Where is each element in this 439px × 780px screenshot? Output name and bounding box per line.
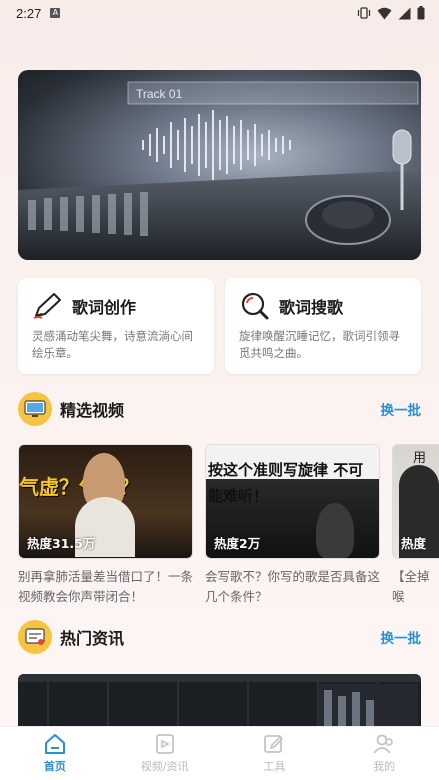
video-icon — [155, 734, 174, 754]
home-icon — [44, 734, 65, 754]
nav-video-news[interactable]: 视频/资讯 — [110, 727, 220, 780]
video-thumbnail: 气虚？气短？ 热度31.5万 — [18, 444, 193, 559]
card-description: 旋律唤醒沉睡记忆，歌词引领寻觅共鸣之曲。 — [239, 329, 400, 360]
daw-screenshot — [18, 674, 421, 734]
wifi-icon — [377, 7, 392, 19]
svg-text:Track 01: Track 01 — [136, 87, 183, 101]
video-thumbnail: 按这个准则写旋律 不可能难听！ 热度2万 — [205, 444, 380, 559]
video-card[interactable]: 用 热度 【全掉喉 — [392, 444, 439, 604]
bottom-nav: 首页 视频/资讯 工具 我的 — [0, 726, 439, 780]
card-header: 歌词创作 — [32, 292, 202, 320]
refresh-videos-button[interactable]: 换一批 — [381, 399, 422, 419]
nav-home[interactable]: 首页 — [0, 727, 110, 780]
card-title: 歌词搜歌 — [279, 298, 344, 317]
thumb-caption: 用 — [413, 451, 427, 466]
news-section-icon — [18, 620, 52, 654]
video-heat: 热度31.5万 — [27, 536, 96, 551]
profile-icon — [373, 734, 393, 754]
signal-icon — [398, 7, 411, 19]
status-icons — [357, 6, 425, 20]
card-title: 歌词创作 — [72, 298, 137, 317]
nav-tools[interactable]: 工具 — [220, 727, 330, 780]
tools-icon — [264, 735, 284, 753]
notification-icon: A — [50, 8, 61, 18]
nav-label: 首页 — [43, 760, 66, 773]
news-thumbnail[interactable] — [18, 674, 421, 734]
vibrate-icon — [357, 7, 371, 19]
search-icon — [241, 292, 269, 320]
refresh-news-button[interactable]: 换一批 — [381, 627, 422, 647]
card-header: 歌词搜歌 — [239, 292, 409, 320]
thumb-caption: 按这个准则写旋律 不可能难听！ — [208, 461, 364, 505]
card-description: 灵感涌动笔尖舞，诗意流淌心间绘乐章。 — [32, 329, 193, 360]
pen-icon — [33, 293, 61, 319]
video-heat: 热度 — [401, 536, 427, 551]
status-bar: 2:27 A — [0, 0, 439, 26]
nav-profile[interactable]: 我的 — [329, 727, 439, 780]
status-time: 2:27 — [16, 5, 42, 21]
battery-icon — [417, 6, 425, 20]
video-thumbnail: 用 热度 — [392, 444, 439, 559]
section-title: 精选视频 — [60, 401, 125, 420]
video-heat: 热度2万 — [214, 536, 261, 551]
video-section-icon — [18, 392, 52, 426]
video-card[interactable]: 按这个准则写旋律 不可能难听！ 热度2万 会写歌不？你写的歌是否具备这几个条件？ — [205, 444, 380, 607]
featured-videos-header: 精选视频 换一批 — [18, 391, 421, 427]
video-title: 别再拿肺活量差当借口了！一条视频教会你声带闭合！ — [18, 569, 194, 604]
person-figure — [316, 503, 354, 558]
studio-illustration: Track 01 — [18, 81, 421, 260]
video-title: 会写歌不？你写的歌是否具备这几个条件？ — [205, 569, 381, 604]
lyrics-search-card[interactable]: 歌词搜歌 旋律唤醒沉睡记忆，歌词引领寻觅共鸣之曲。 — [225, 278, 421, 374]
nav-label: 视频/资讯 — [140, 760, 189, 773]
banner-image[interactable]: Track 01 — [18, 70, 421, 260]
hot-news-header: 热门资讯 换一批 — [18, 619, 421, 655]
video-card[interactable]: 气虚？气短？ 热度31.5万 别再拿肺活量差当借口了！一条视频教会你声带闭合！ — [18, 444, 193, 607]
video-title: 【全掉喉 — [392, 569, 430, 604]
section-title: 热门资讯 — [60, 629, 125, 648]
nav-label: 工具 — [263, 760, 286, 773]
nav-label: 我的 — [373, 760, 396, 773]
lyrics-creation-card[interactable]: 歌词创作 灵感涌动笔尖舞，诗意流淌心间绘乐章。 — [18, 278, 214, 374]
video-card-partial[interactable]: 用 热度 【全掉喉 — [392, 444, 439, 604]
